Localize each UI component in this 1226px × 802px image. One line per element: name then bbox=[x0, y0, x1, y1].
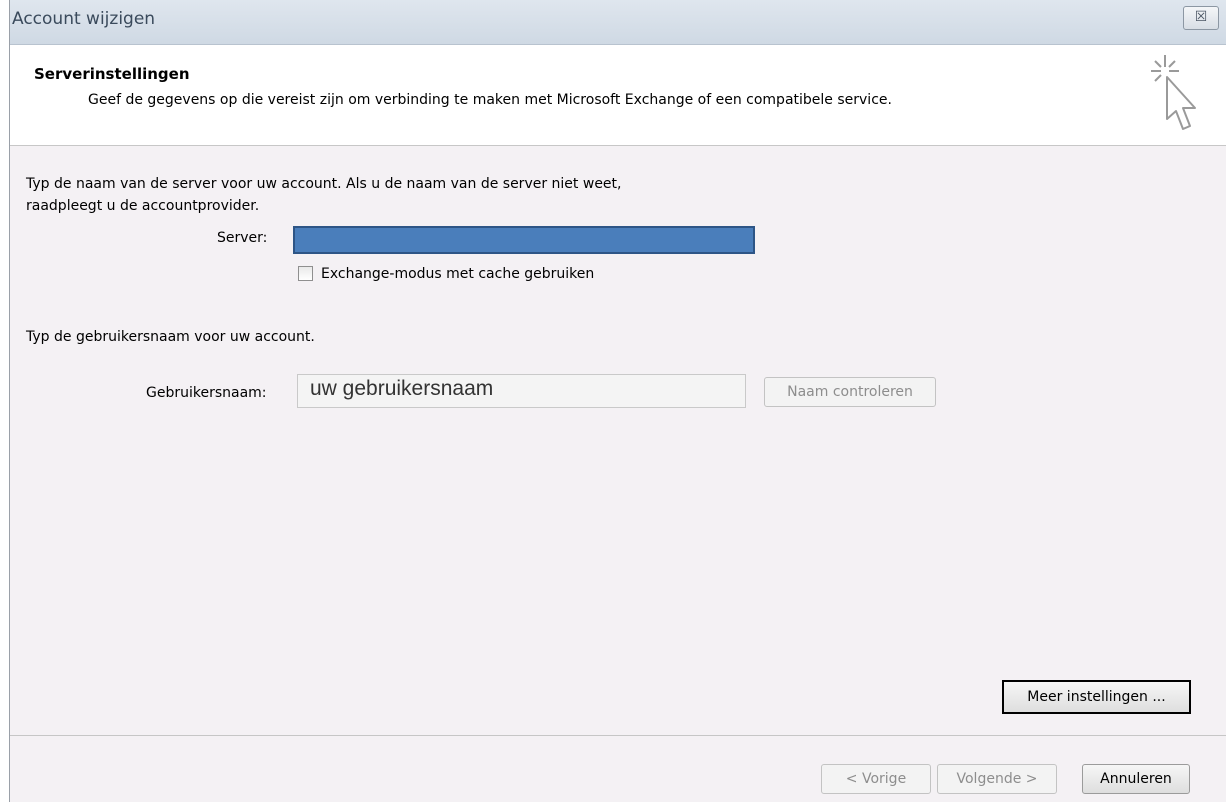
window-title: Account wijzigen bbox=[12, 9, 156, 29]
server-instruction-line2: raadpleegt u de accountprovider. bbox=[26, 198, 260, 214]
username-instruction: Typ de gebruikersnaam voor uw account. bbox=[26, 329, 315, 345]
content-area: Typ de naam van de server voor uw accoun… bbox=[10, 146, 1226, 732]
close-icon: ☒ bbox=[1194, 9, 1208, 25]
server-label: Server: bbox=[217, 230, 268, 246]
check-name-button[interactable]: Naam controleren bbox=[764, 377, 936, 407]
back-button[interactable]: < Vorige bbox=[821, 764, 931, 794]
header-panel: Serverinstellingen Geef de gegevens op d… bbox=[10, 45, 1226, 146]
page-description: Geef de gegevens op die vereist zijn om … bbox=[88, 92, 892, 108]
cache-mode-label[interactable]: Exchange-modus met cache gebruiken bbox=[321, 266, 594, 282]
server-input[interactable] bbox=[293, 226, 755, 254]
more-settings-button[interactable]: Meer instellingen ... bbox=[1002, 680, 1191, 714]
close-button[interactable]: ☒ bbox=[1183, 6, 1219, 30]
footer-divider bbox=[10, 735, 1226, 736]
account-dialog: Account wijzigen ☒ Serverinstellingen Ge… bbox=[9, 0, 1226, 802]
cursor-sparkle-icon bbox=[1151, 55, 1196, 130]
page-title: Serverinstellingen bbox=[34, 65, 190, 83]
server-instruction-line1: Typ de naam van de server voor uw accoun… bbox=[26, 176, 622, 192]
cache-mode-checkbox[interactable] bbox=[298, 266, 313, 281]
username-label: Gebruikersnaam: bbox=[146, 385, 267, 401]
next-button[interactable]: Volgende > bbox=[937, 764, 1057, 794]
title-bar: Account wijzigen ☒ bbox=[10, 0, 1226, 45]
cancel-button[interactable]: Annuleren bbox=[1082, 764, 1190, 794]
username-input[interactable]: uw gebruikersnaam bbox=[297, 374, 746, 408]
